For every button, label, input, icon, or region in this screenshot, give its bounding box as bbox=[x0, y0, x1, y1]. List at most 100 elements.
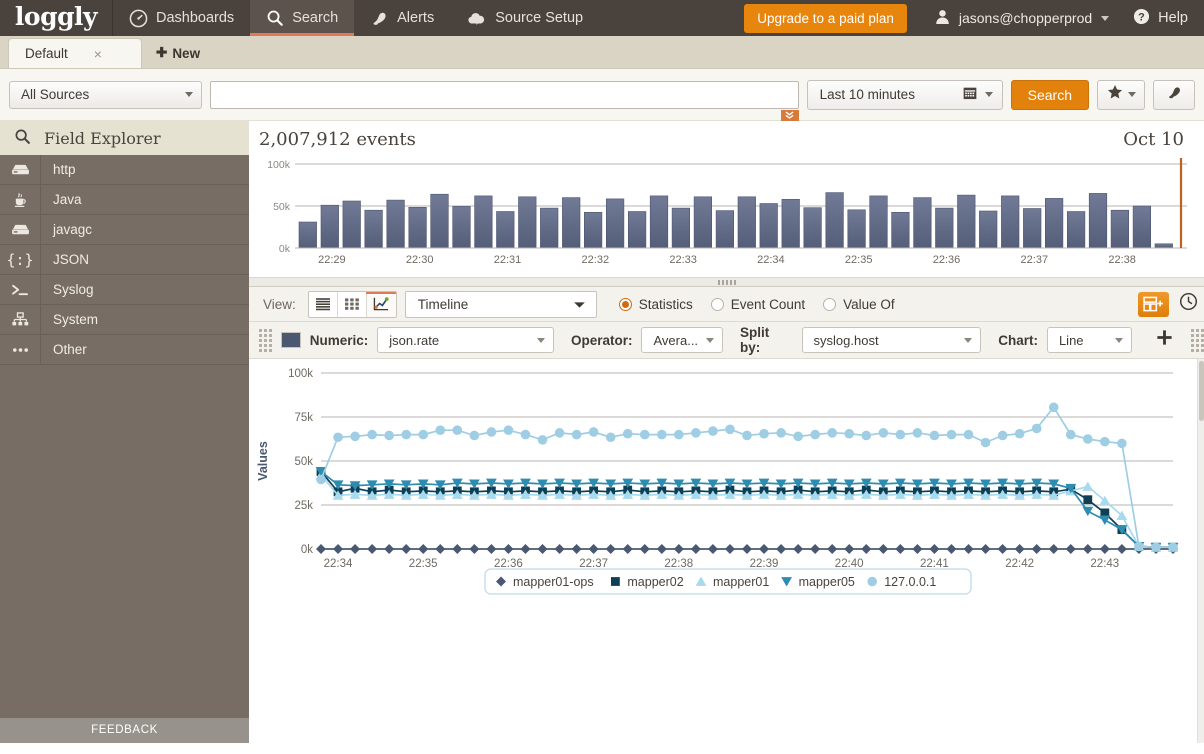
add-panel-icon[interactable] bbox=[1138, 292, 1169, 317]
sidebar-item-system[interactable]: System bbox=[0, 305, 249, 335]
sidebar: Field Explorer http Java javagc bbox=[0, 121, 249, 743]
view-toolbar-actions bbox=[1138, 292, 1204, 317]
list-view-icon[interactable] bbox=[309, 292, 338, 317]
close-icon[interactable]: × bbox=[94, 46, 102, 62]
sidebar-item-json[interactable]: {:} JSON bbox=[0, 245, 249, 275]
source-select[interactable]: All Sources bbox=[9, 81, 202, 109]
sidebar-item-http[interactable]: http bbox=[0, 155, 249, 185]
svg-text:22:38: 22:38 bbox=[1108, 254, 1136, 266]
scrollbar-thumb[interactable] bbox=[1199, 361, 1204, 421]
time-range-select[interactable]: Last 10 minutes bbox=[807, 80, 1003, 110]
view-toolbar: View: Timeline bbox=[249, 287, 1204, 322]
nav-item-alerts[interactable]: Alerts bbox=[354, 0, 450, 36]
sidebar-item-javagc[interactable]: javagc bbox=[0, 215, 249, 245]
timeline-histogram[interactable]: 0k50k100k22:2922:3022:3122:3222:3322:342… bbox=[249, 152, 1204, 277]
field-explorer-list: http Java javagc {:} JSON bbox=[0, 155, 249, 718]
loggly-logo[interactable]: loggly bbox=[0, 0, 113, 36]
tab-bar: Default × ✚ New bbox=[0, 36, 1204, 69]
nav-item-dashboards[interactable]: Dashboards bbox=[113, 0, 250, 36]
svg-text:22:41: 22:41 bbox=[920, 558, 949, 570]
svg-text:22:42: 22:42 bbox=[1005, 558, 1034, 570]
drag-handle-icon[interactable] bbox=[259, 329, 272, 352]
chevron-down-icon bbox=[964, 338, 972, 343]
radio-value-of[interactable]: Value Of bbox=[823, 297, 895, 312]
operator-select[interactable]: Avera... bbox=[641, 327, 723, 353]
search-icon[interactable] bbox=[14, 128, 31, 149]
svg-text:Values: Values bbox=[256, 441, 270, 481]
svg-text:22:40: 22:40 bbox=[835, 558, 864, 570]
svg-text:mapper01: mapper01 bbox=[713, 575, 769, 589]
splitby-select[interactable]: syslog.host bbox=[802, 327, 982, 353]
chart-style-select[interactable]: Line bbox=[1047, 327, 1132, 353]
nav-label: Dashboards bbox=[156, 10, 234, 26]
help-link[interactable]: ? Help bbox=[1123, 0, 1204, 36]
svg-text:22:34: 22:34 bbox=[757, 254, 785, 266]
nav-item-search[interactable]: Search bbox=[250, 0, 354, 36]
svg-text:0k: 0k bbox=[279, 243, 291, 255]
sidebar-item-label: System bbox=[40, 305, 249, 334]
braces-icon: {:} bbox=[0, 251, 40, 269]
saved-searches-button[interactable] bbox=[1097, 80, 1145, 110]
sitemap-icon bbox=[0, 312, 40, 328]
source-select-value: All Sources bbox=[21, 87, 89, 102]
sidebar-item-label: Syslog bbox=[40, 275, 249, 304]
page-body: Field Explorer http Java javagc bbox=[0, 121, 1204, 743]
add-metric-button[interactable] bbox=[1155, 328, 1174, 352]
java-cup-icon bbox=[0, 192, 40, 208]
svg-text:100k: 100k bbox=[267, 159, 291, 171]
sidebar-item-syslog[interactable]: Syslog bbox=[0, 275, 249, 305]
sidebar-item-other[interactable]: Other bbox=[0, 335, 249, 365]
chevron-down-icon bbox=[706, 338, 714, 343]
chart-scrollbar[interactable] bbox=[1197, 359, 1204, 743]
search-button[interactable]: Search bbox=[1011, 80, 1089, 110]
series-color-swatch[interactable] bbox=[281, 332, 301, 348]
aggregation-radio-group: Statistics Event Count Value Of bbox=[619, 297, 895, 312]
help-label: Help bbox=[1158, 10, 1188, 26]
clock-icon[interactable] bbox=[1179, 292, 1198, 316]
feedback-button[interactable]: FEEDBACK bbox=[0, 718, 249, 743]
svg-text:mapper05: mapper05 bbox=[799, 575, 855, 589]
user-email: jasons@chopperprod bbox=[959, 10, 1092, 26]
events-header: 2,007,912 events Oct 10 bbox=[249, 121, 1204, 152]
radio-label: Value Of bbox=[843, 297, 895, 312]
chart-style-value: Line bbox=[1059, 333, 1084, 348]
svg-text:22:36: 22:36 bbox=[933, 254, 961, 266]
upgrade-button[interactable]: Upgrade to a paid plan bbox=[744, 4, 907, 33]
svg-text:22:34: 22:34 bbox=[324, 558, 353, 570]
svg-text:22:37: 22:37 bbox=[579, 558, 608, 570]
radio-event-count[interactable]: Event Count bbox=[711, 297, 805, 312]
plus-icon: ✚ bbox=[156, 45, 167, 61]
chart-type-select[interactable]: Timeline bbox=[405, 291, 597, 318]
chart-view-icon[interactable] bbox=[367, 292, 396, 317]
search-input[interactable] bbox=[210, 81, 799, 109]
chart-label: Chart: bbox=[998, 333, 1038, 348]
nav-item-source-setup[interactable]: Source Setup bbox=[450, 0, 599, 36]
values-line-chart[interactable]: 0k25k50k75k100kValues22:3422:3522:3622:3… bbox=[249, 359, 1204, 743]
svg-text:50k: 50k bbox=[273, 201, 291, 213]
create-alert-button[interactable] bbox=[1153, 80, 1195, 110]
numeric-field-select[interactable]: json.rate bbox=[377, 327, 554, 353]
radio-label: Event Count bbox=[731, 297, 805, 312]
terminal-icon bbox=[0, 283, 40, 297]
sidebar-item-java[interactable]: Java bbox=[0, 185, 249, 215]
nav-label: Source Setup bbox=[495, 10, 583, 26]
splitby-value: syslog.host bbox=[814, 333, 879, 348]
chevron-down-icon bbox=[573, 297, 586, 312]
metric-toolbar: Numeric: json.rate Operator: Avera... Sp… bbox=[249, 322, 1204, 359]
chevron-down-icon bbox=[985, 92, 993, 97]
radio-statistics[interactable]: Statistics bbox=[619, 297, 693, 312]
field-explorer-header: Field Explorer bbox=[0, 121, 249, 155]
metric-drag-handle-icon[interactable] bbox=[1191, 329, 1204, 352]
search-toolbar: All Sources Last 10 minutes Search bbox=[0, 69, 1204, 121]
tab-default[interactable]: Default × bbox=[8, 38, 142, 68]
user-menu[interactable]: jasons@chopperprod bbox=[921, 0, 1123, 36]
radio-indicator bbox=[619, 298, 632, 311]
new-tab-button[interactable]: ✚ New bbox=[142, 38, 214, 68]
time-range-value: Last 10 minutes bbox=[820, 87, 955, 102]
chevron-down-icon bbox=[537, 338, 545, 343]
panel-splitter[interactable] bbox=[249, 277, 1204, 287]
ellipsis-icon bbox=[0, 346, 40, 354]
server-icon bbox=[0, 223, 40, 237]
grid-view-icon[interactable] bbox=[338, 292, 367, 317]
numeric-label: Numeric: bbox=[310, 333, 369, 348]
